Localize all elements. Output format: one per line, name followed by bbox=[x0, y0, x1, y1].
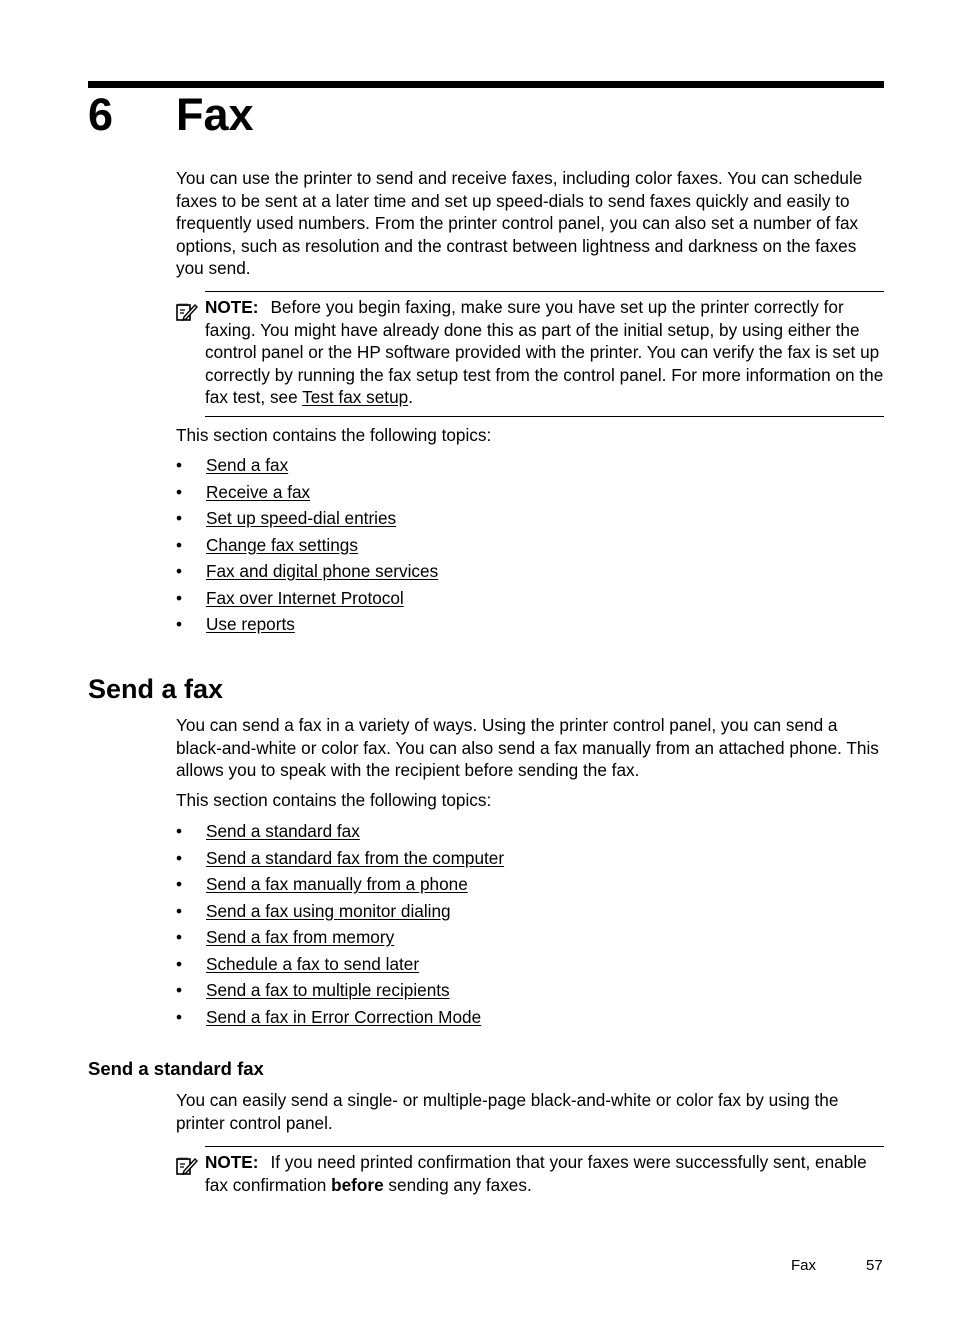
bullet: • bbox=[176, 561, 183, 581]
topic-link[interactable]: Fax and digital phone services bbox=[206, 561, 438, 581]
topic-link[interactable]: Schedule a fax to send later bbox=[206, 954, 419, 974]
bullet: • bbox=[176, 953, 183, 974]
list-item: • Send a fax manually from a phone bbox=[176, 871, 504, 898]
bullet: • bbox=[176, 847, 183, 868]
topic-link[interactable]: Send a standard fax bbox=[206, 821, 360, 841]
topic-link[interactable]: Set up speed-dial entries bbox=[206, 508, 396, 528]
note-body-before: If you need printed confirmation that yo… bbox=[205, 1152, 867, 1195]
topic-link[interactable]: Send a standard fax from the computer bbox=[206, 848, 504, 868]
topic-link[interactable]: Send a fax bbox=[206, 455, 288, 475]
note-text: NOTE: If you need printed confirmation th… bbox=[205, 1151, 884, 1196]
list-item: • Send a fax using monitor dialing bbox=[176, 898, 504, 925]
intro-paragraph: You can use the printer to send and rece… bbox=[176, 168, 863, 278]
send-a-fax-topic-list: • Send a standard fax • Send a standard fa… bbox=[176, 818, 504, 1030]
footer-page-number: 57 bbox=[866, 1257, 883, 1274]
note-label: NOTE: bbox=[205, 1152, 259, 1172]
list-item: • Send a fax in Error Correction Mode bbox=[176, 1004, 504, 1031]
topic-link[interactable]: Change fax settings bbox=[206, 535, 358, 555]
note-suffix: . bbox=[408, 387, 413, 407]
topic-link[interactable]: Receive a fax bbox=[206, 482, 310, 502]
note-emphasis: before bbox=[331, 1174, 384, 1195]
bullet: • bbox=[176, 508, 183, 528]
chapter-rule bbox=[88, 81, 884, 88]
intro-note: NOTE: Before you begin faxing, make sure … bbox=[176, 291, 884, 417]
send-standard-fax-paragraph: You can easily send a single- or multipl… bbox=[176, 1090, 839, 1133]
note-pencil-icon bbox=[176, 302, 198, 322]
send-a-fax-paragraph: You can send a fax in a variety of ways.… bbox=[176, 715, 879, 780]
bullet: • bbox=[176, 587, 183, 608]
bullet: • bbox=[176, 980, 183, 1000]
footer-section-name: Fax bbox=[791, 1257, 817, 1274]
link-test-fax-setup[interactable]: Test fax setup bbox=[302, 387, 408, 407]
list-item: • Set up speed-dial entries bbox=[176, 505, 438, 532]
list-item: • Send a fax from memory bbox=[176, 924, 504, 951]
chapter-title: 6 Fax bbox=[88, 88, 254, 142]
bullet: • bbox=[176, 455, 183, 475]
topic-link[interactable]: Send a fax using monitor dialing bbox=[206, 901, 451, 921]
list-item: • Use reports bbox=[176, 611, 438, 638]
note-bottom-rule bbox=[205, 416, 884, 417]
note-pencil-icon bbox=[176, 1156, 198, 1176]
chapter-topic-list: • Send a fax • Receive a fax • Set up speed… bbox=[176, 452, 438, 638]
list-item: • Change fax settings bbox=[176, 532, 438, 559]
chapter-name: Fax bbox=[176, 89, 254, 140]
topics-intro: This section contains the following topi… bbox=[176, 425, 492, 445]
bullet: • bbox=[176, 481, 183, 502]
list-item: • Fax over Internet Protocol bbox=[176, 585, 438, 612]
topic-link[interactable]: Use reports bbox=[206, 614, 295, 634]
list-item: • Send a fax to multiple recipients bbox=[176, 977, 504, 1004]
note-text: NOTE: Before you begin faxing, make sure … bbox=[205, 296, 884, 409]
section-heading-send-a-fax: Send a fax bbox=[88, 674, 224, 704]
bullet: • bbox=[176, 927, 183, 947]
list-item: • Send a standard fax from the computer bbox=[176, 845, 504, 872]
standard-fax-note: NOTE: If you need printed confirmation th… bbox=[176, 1146, 884, 1206]
list-item: • Receive a fax bbox=[176, 479, 438, 506]
send-a-fax-topics-intro: This section contains the following topi… bbox=[176, 790, 492, 810]
note-top-rule bbox=[205, 1146, 884, 1147]
bullet: • bbox=[176, 900, 183, 921]
bullet: • bbox=[176, 1006, 183, 1027]
note-label: NOTE: bbox=[205, 297, 259, 317]
topic-link[interactable]: Send a fax from memory bbox=[206, 927, 394, 947]
list-item: • Schedule a fax to send later bbox=[176, 951, 504, 978]
subsection-heading-send-standard-fax: Send a standard fax bbox=[88, 1058, 264, 1079]
topic-link[interactable]: Send a fax in Error Correction Mode bbox=[206, 1007, 481, 1027]
topic-link[interactable]: Send a fax manually from a phone bbox=[206, 874, 468, 894]
bullet: • bbox=[176, 821, 183, 841]
bullet: • bbox=[176, 874, 183, 894]
topic-link[interactable]: Fax over Internet Protocol bbox=[206, 588, 404, 608]
bullet: • bbox=[176, 614, 183, 634]
list-item: • Send a standard fax bbox=[176, 818, 504, 845]
note-body-after: sending any faxes. bbox=[383, 1174, 532, 1195]
list-item: • Send a fax bbox=[176, 452, 438, 479]
list-item: • Fax and digital phone services bbox=[176, 558, 438, 585]
bullet: • bbox=[176, 534, 183, 555]
chapter-number: 6 bbox=[88, 89, 114, 140]
note-top-rule bbox=[205, 291, 884, 292]
topic-link[interactable]: Send a fax to multiple recipients bbox=[206, 980, 450, 1000]
